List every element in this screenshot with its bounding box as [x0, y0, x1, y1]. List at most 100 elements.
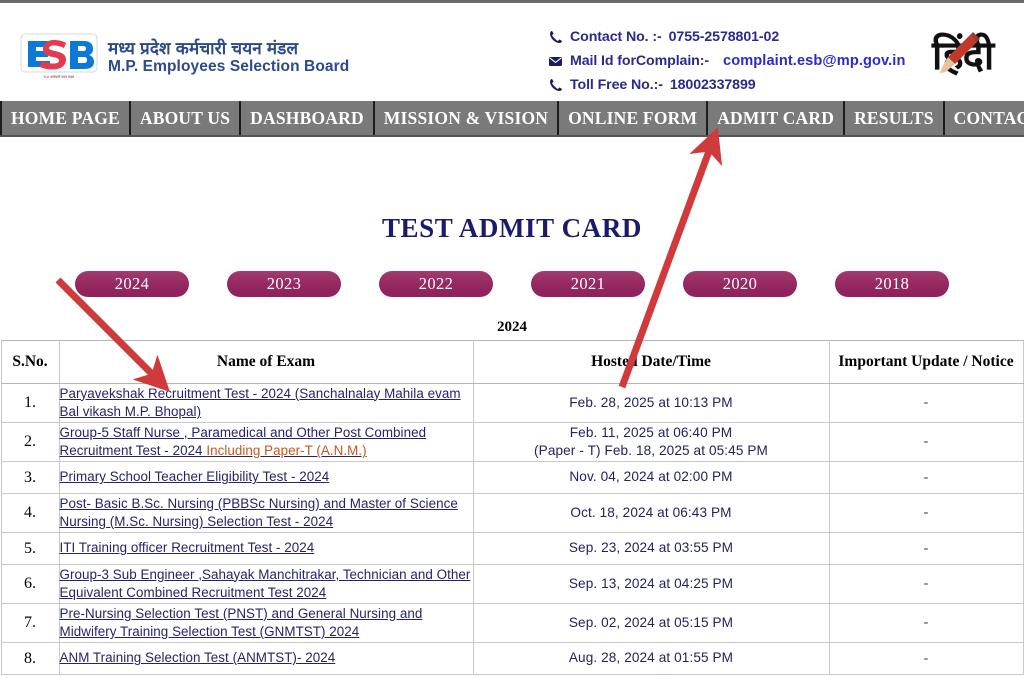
contact-mail-label: Mail Id forComplain:- [570, 53, 709, 69]
contact-tollfree-label: Toll Free No.:- [570, 77, 663, 93]
table-row: 7. Pre-Nursing Selection Test (PNST) and… [0, 603, 1024, 643]
column-header-name-of-exam: Name of Exam [58, 340, 474, 384]
row-exam-name[interactable]: Primary School Teacher Eligibility Test … [58, 461, 474, 494]
exam-name-link[interactable]: Pre-Nursing Selection Test (PNST) and Ge… [60, 606, 423, 640]
exam-name-link[interactable]: Paryavekshak Recruitment Test - 2024 (Sa… [60, 386, 461, 420]
row-exam-name[interactable]: ITI Training officer Recruitment Test - … [58, 532, 474, 565]
exam-name-link[interactable]: Primary School Teacher Eligibility Test … [60, 469, 330, 484]
contact-tollfree-value: 18002337899 [669, 77, 756, 93]
table-body: 1. Paryavekshak Recruitment Test - 2024 … [0, 383, 1024, 675]
table-row: 3. Primary School Teacher Eligibility Te… [0, 461, 1024, 494]
nav-item-home-page[interactable]: HOME PAGE [0, 101, 131, 135]
language-toggle-label: हिंदी [932, 34, 994, 78]
nav-item-results[interactable]: RESULTS [845, 101, 945, 135]
row-sno: 1. [0, 383, 60, 423]
language-toggle-hindi[interactable]: हिंदी [932, 25, 1020, 87]
row-sno: 4. [0, 493, 60, 533]
site-header: म.प्र. कर्मचारी चयन मंडल मध्य प्रदेश कर्… [0, 0, 1024, 101]
exam-name-link[interactable]: Group-5 Staff Nurse , Paramedical and Ot… [60, 425, 427, 459]
nav-item-admit-card[interactable]: ADMIT CARD [708, 101, 846, 135]
year-pill-2023[interactable]: 2023 [227, 271, 341, 297]
table-row: 1. Paryavekshak Recruitment Test - 2024 … [0, 383, 1024, 423]
row-important-update: - [828, 493, 1024, 533]
contact-tollfree-line: Toll Free No.:- 18002337899 [548, 73, 905, 97]
table-header-row: S.No. Name of Exam Hosted Date/Time Impo… [0, 340, 1024, 384]
column-header-sno: S.No. [0, 340, 60, 384]
brand[interactable]: म.प्र. कर्मचारी चयन मंडल मध्य प्रदेश कर्… [20, 33, 349, 81]
nav-item-online-form[interactable]: ONLINE FORM [559, 101, 709, 135]
row-exam-name[interactable]: Pre-Nursing Selection Test (PNST) and Ge… [58, 603, 474, 643]
main-navigation[interactable]: HOME PAGE ABOUT US DASHBOARD MISSION & V… [0, 101, 1024, 137]
year-pill-2024[interactable]: 2024 [75, 271, 189, 297]
page-title: TEST ADMIT CARD [381, 213, 643, 243]
hosted-date-primary: Nov. 04, 2024 at 02:00 PM [569, 469, 733, 485]
contact-mail-value[interactable]: complaint.esb@mp.gov.in [723, 53, 905, 69]
table-header: S.No. Name of Exam Hosted Date/Time Impo… [0, 340, 1024, 384]
row-exam-name[interactable]: Paryavekshak Recruitment Test - 2024 (Sa… [58, 383, 474, 423]
year-pill-2022[interactable]: 2022 [379, 271, 493, 297]
year-pill-2020[interactable]: 2020 [683, 271, 797, 297]
row-sno: 8. [0, 642, 60, 675]
row-important-update: - [828, 461, 1024, 494]
nav-item-mission-vision[interactable]: MISSION & VISION [375, 101, 560, 135]
row-exam-name[interactable]: ANM Training Selection Test (ANMTST)- 20… [58, 642, 474, 675]
row-hosted-date: Nov. 04, 2024 at 02:00 PM [472, 461, 830, 494]
row-important-update: - [828, 383, 1024, 423]
row-sno: 5. [0, 532, 60, 565]
hosted-date-primary: Aug. 28, 2024 at 01:55 PM [568, 650, 734, 666]
contact-phone-label: Contact No. :- [570, 29, 662, 45]
admit-card-table: S.No. Name of Exam Hosted Date/Time Impo… [0, 340, 1024, 675]
hosted-date-primary: Feb. 11, 2025 at 06:40 PM [569, 424, 733, 440]
row-exam-name[interactable]: Post- Basic B.Sc. Nursing (PBBSc Nursing… [58, 493, 474, 533]
row-important-update: - [828, 603, 1024, 643]
table-row: 6. Group-3 Sub Engineer ,Sahayak Manchit… [0, 564, 1024, 604]
row-sno: 3. [0, 461, 60, 494]
row-important-update: - [828, 564, 1024, 604]
section-year-label: 2024 [497, 319, 527, 335]
row-sno: 6. [0, 564, 60, 604]
contact-info: Contact No. :- 0755-2578801-02 Mail Id f… [548, 25, 905, 97]
table-row: 8. ANM Training Selection Test (ANMTST)-… [0, 642, 1024, 675]
hosted-date-primary: Oct. 18, 2024 at 06:43 PM [570, 504, 732, 520]
year-filter-row[interactable]: 2024 2023 2022 2021 2020 2018 [0, 271, 1024, 297]
row-important-update: - [828, 422, 1024, 462]
row-hosted-date: Oct. 18, 2024 at 06:43 PM [472, 493, 830, 533]
column-header-important-update: Important Update / Notice [828, 340, 1024, 384]
row-hosted-date: Sep. 02, 2024 at 05:15 PM [472, 603, 830, 643]
row-hosted-date: Feb. 28, 2025 at 10:13 PM [472, 383, 830, 423]
hosted-date-secondary: (Paper - T) Feb. 18, 2025 at 05:45 PM [534, 443, 768, 458]
hosted-date-primary: Sep. 02, 2024 at 05:15 PM [568, 614, 734, 630]
esb-logo-icon: म.प्र. कर्मचारी चयन मंडल [20, 33, 98, 81]
exam-name-link[interactable]: Group-3 Sub Engineer ,Sahayak Manchitrak… [60, 567, 471, 601]
row-hosted-date: Sep. 23, 2024 at 03:55 PM [472, 532, 830, 565]
row-hosted-date: Aug. 28, 2024 at 01:55 PM [472, 642, 830, 675]
row-exam-name[interactable]: Group-3 Sub Engineer ,Sahayak Manchitrak… [58, 564, 474, 604]
exam-name-link[interactable]: ANM Training Selection Test (ANMTST)- 20… [60, 650, 336, 665]
exam-name-link[interactable]: Post- Basic B.Sc. Nursing (PBBSc Nursing… [60, 496, 458, 530]
row-exam-name[interactable]: Group-5 Staff Nurse , Paramedical and Ot… [58, 422, 474, 462]
org-name-english: M.P. Employees Selection Board [108, 57, 350, 75]
table-row: 2. Group-5 Staff Nurse , Paramedical and… [0, 422, 1024, 462]
table-row: 4. Post- Basic B.Sc. Nursing (PBBSc Nurs… [0, 493, 1024, 533]
nav-item-about-us[interactable]: ABOUT US [131, 101, 242, 135]
year-pill-2018[interactable]: 2018 [835, 271, 949, 297]
column-header-hosted-date-time: Hosted Date/Time [472, 340, 830, 384]
row-sno: 2. [0, 422, 60, 462]
year-pill-2021[interactable]: 2021 [531, 271, 645, 297]
brand-text: मध्य प्रदेश कर्मचारी चयन मंडल M.P. Emplo… [108, 39, 349, 75]
table-row: 5. ITI Training officer Recruitment Test… [0, 532, 1024, 565]
contact-mail-line: Mail Id forComplain:- complaint.esb@mp.g… [548, 49, 905, 73]
hosted-date-primary: Sep. 23, 2024 at 03:55 PM [568, 540, 734, 556]
hosted-date-primary: Feb. 28, 2025 at 10:13 PM [569, 394, 733, 410]
hosted-date-primary: Sep. 13, 2024 at 04:25 PM [568, 575, 734, 591]
phone-icon [548, 30, 563, 45]
exam-name-link[interactable]: ITI Training officer Recruitment Test - … [60, 540, 315, 555]
page-root: म.प्र. कर्मचारी चयन मंडल मध्य प्रदेश कर्… [0, 0, 1024, 678]
nav-item-contact-us[interactable]: CONTACT US [945, 101, 1024, 135]
svg-text:म.प्र. कर्मचारी चयन मंडल: म.प्र. कर्मचारी चयन मंडल [44, 74, 75, 79]
mail-icon [548, 54, 563, 69]
nav-item-dashboard[interactable]: DASHBOARD [241, 101, 375, 135]
phone-icon [548, 78, 563, 93]
row-sno: 7. [0, 603, 60, 643]
row-important-update: - [828, 642, 1024, 675]
